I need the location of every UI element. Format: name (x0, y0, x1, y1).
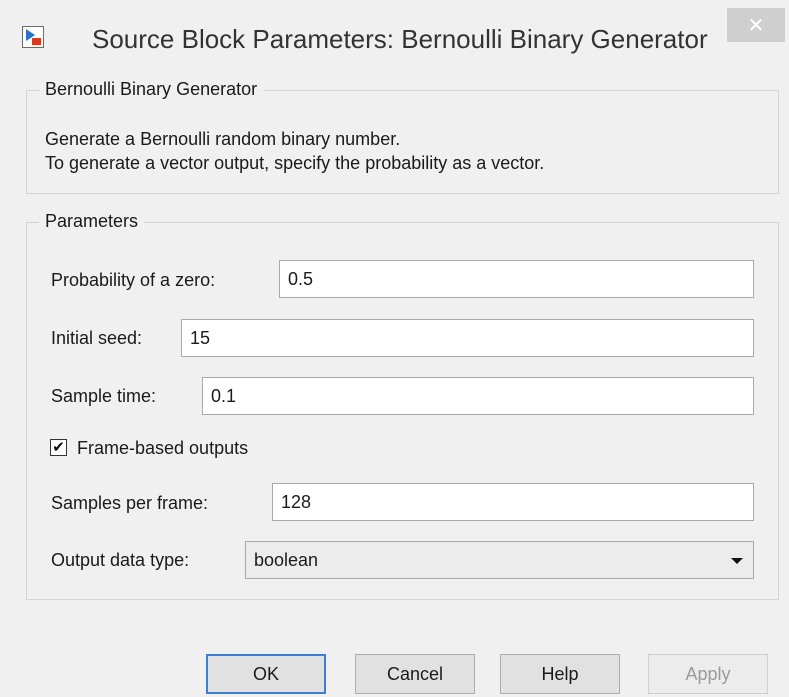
probability-label: Probability of a zero: (51, 270, 216, 290)
close-icon: ✕ (747, 14, 765, 37)
chevron-down-icon (731, 558, 743, 564)
cancel-button[interactable]: Cancel (355, 654, 475, 694)
samples-per-frame-label: Samples per frame: (51, 493, 209, 513)
frame-based-label: Frame-based outputs (77, 438, 249, 458)
description-line-2: To generate a vector output, specify the… (45, 153, 545, 173)
apply-button[interactable]: Apply (648, 654, 768, 694)
ok-button[interactable]: OK (206, 654, 326, 694)
probability-input[interactable] (279, 260, 754, 298)
initial-seed-input[interactable] (181, 319, 754, 357)
simulink-block-icon (22, 26, 44, 48)
output-data-type-select[interactable]: boolean (245, 541, 754, 579)
output-data-type-label: Output data type: (51, 550, 190, 570)
description-legend: Bernoulli Binary Generator (39, 79, 264, 100)
description-group: Bernoulli Binary Generator Generate a Be… (26, 79, 779, 194)
title-bar: Source Block Parameters: Bernoulli Binar… (0, 0, 789, 78)
parameters-group: Parameters Probability of a zero: Initia… (26, 211, 779, 600)
initial-seed-label: Initial seed: (51, 328, 143, 348)
checkmark-icon: ✔ (52, 439, 65, 456)
frame-based-checkbox[interactable]: ✔ (50, 439, 67, 456)
sample-time-input[interactable] (202, 377, 754, 415)
output-data-type-value: boolean (254, 550, 319, 570)
close-button[interactable]: ✕ (727, 8, 785, 42)
window-title: Source Block Parameters: Bernoulli Binar… (92, 24, 708, 54)
help-button[interactable]: Help (500, 654, 620, 694)
sample-time-label: Sample time: (51, 386, 157, 406)
samples-per-frame-input[interactable] (272, 483, 754, 521)
parameters-legend: Parameters (39, 211, 145, 232)
description-line-1: Generate a Bernoulli random binary numbe… (45, 129, 401, 149)
